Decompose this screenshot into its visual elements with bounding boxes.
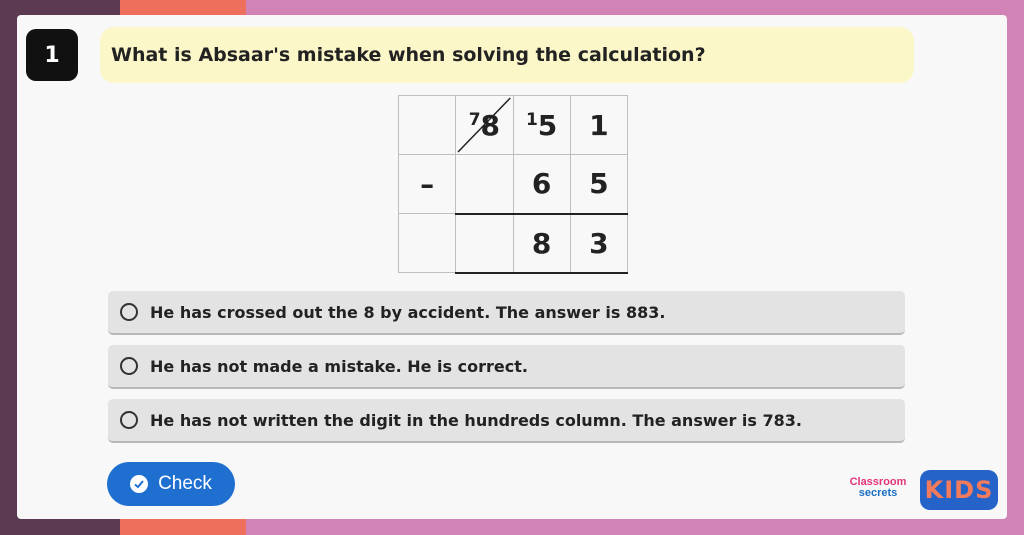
check-button-label: Check [158,473,212,494]
option-label: He has crossed out the 8 by accident. Th… [150,302,666,322]
answer-option-1[interactable]: He has crossed out the 8 by accident. Th… [108,291,905,335]
radio-button-icon[interactable] [120,411,138,429]
grid-cell-tens: 15 [512,95,571,155]
option-label: He has not made a mistake. He is correct… [150,356,528,376]
grid-row-3: 8 3 [397,213,629,274]
crossed-digit: 8 [480,108,501,142]
exchange-digit: 7 [468,109,481,130]
question-card: 1 What is Absaar's mistake when solving … [17,15,1007,519]
answer-option-2[interactable]: He has not made a mistake. He is correct… [108,345,905,389]
grid-cell-ones: 1 [569,95,629,155]
question-text: What is Absaar's mistake when solving th… [100,27,914,83]
checkmark-icon [130,475,149,493]
check-button[interactable]: Check [107,462,235,506]
kids-logo: KIDS [920,470,998,510]
answer-option-3[interactable]: He has not written the digit in the hund… [108,399,905,443]
grid-cell-hundreds: 78 [455,95,514,155]
grid-cell: 8 [512,213,571,274]
radio-button-icon[interactable] [120,357,138,375]
grid-cell: 6 [512,154,571,215]
grid-cell [455,154,514,215]
grid-row-1: 78 15 1 [397,95,629,155]
grid-row-2: – 6 5 [397,154,629,215]
exchange-digit: 1 [525,109,538,130]
grid-cell: 5 [569,154,629,215]
minus-sign: – [397,154,457,214]
grid-cell: 3 [569,213,629,274]
question-number: 1 [26,29,78,81]
grid-cell [397,95,457,155]
option-label: He has not written the digit in the hund… [150,410,802,430]
radio-button-icon[interactable] [120,303,138,321]
calculation-grid: 78 15 1 – 6 5 8 3 [397,95,629,274]
grid-cell [397,213,457,273]
answer-options: He has crossed out the 8 by accident. Th… [108,291,905,453]
classroom-secrets-logo: Classroom secrets [849,476,907,499]
grid-cell [455,213,514,274]
